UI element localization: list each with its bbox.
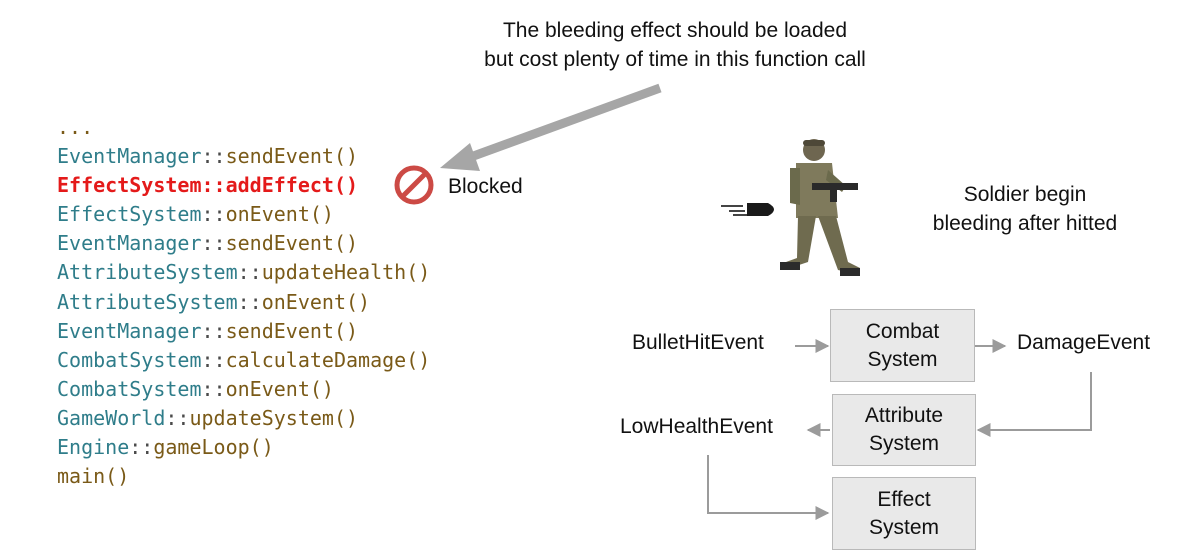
no-entry-icon	[394, 165, 434, 205]
soldier-figure	[780, 139, 860, 276]
effect-system-label: Effect System	[868, 487, 939, 539]
effect-system-box: Effect System	[832, 477, 976, 550]
attribute-system-label: Attribute System	[864, 404, 944, 455]
combat-system-box: Combat System	[830, 309, 975, 382]
attribute-system-box: Attribute System	[832, 394, 976, 466]
combat-system-label: Combat System	[865, 319, 940, 371]
arrow-lowhealth-to-effect	[707, 455, 830, 520]
low-health-event-label: LowHealthEvent	[620, 415, 773, 438]
damage-event-label: DamageEvent	[1017, 331, 1151, 354]
arrow-damage-to-attribute	[976, 372, 1092, 437]
diagram-graphics	[394, 83, 1092, 520]
bullet-icon	[721, 203, 774, 216]
bullet-hit-event-label: BulletHitEvent	[632, 331, 764, 354]
callout-arrow	[440, 83, 662, 171]
